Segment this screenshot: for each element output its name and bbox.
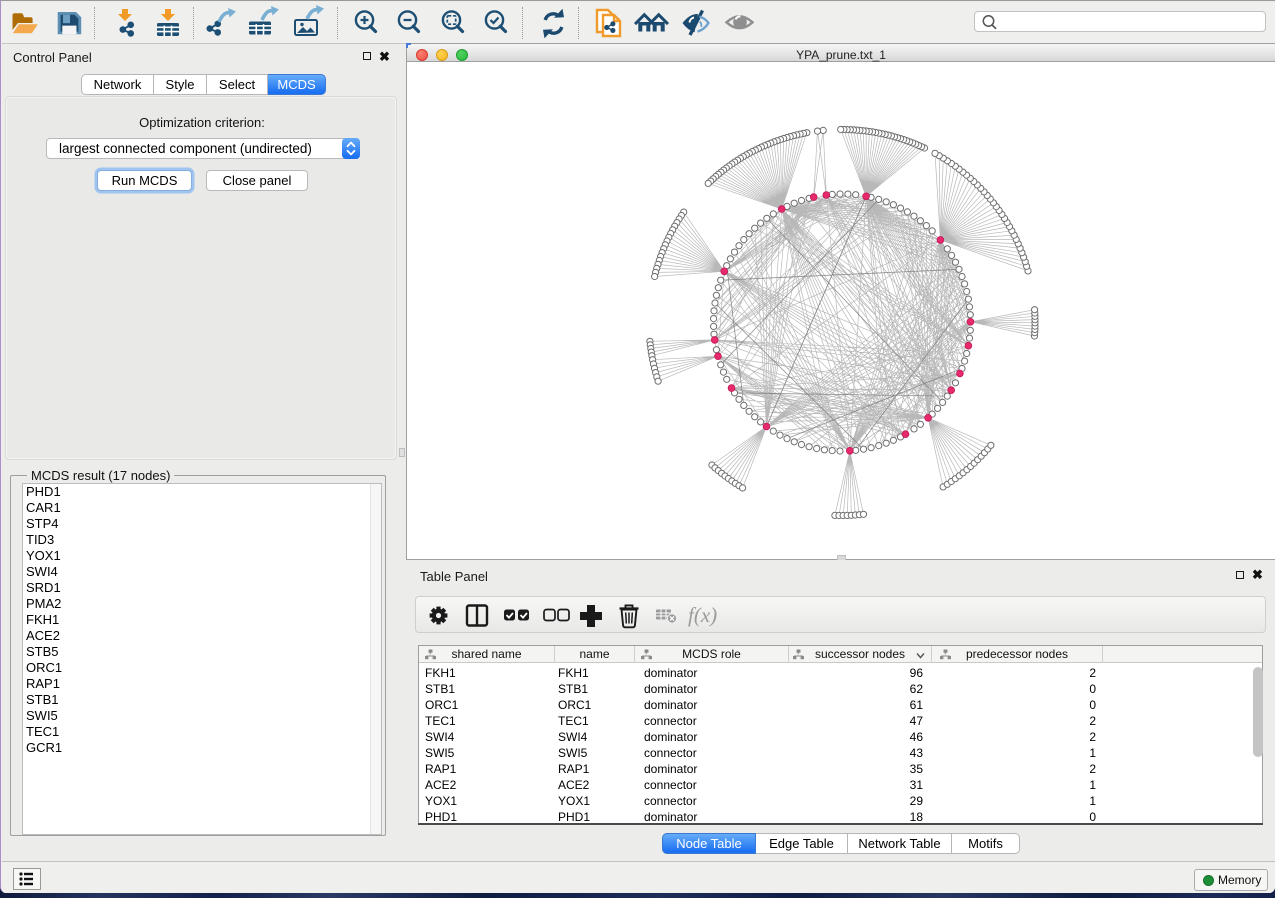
svg-text:f(x): f(x) [688, 603, 717, 627]
